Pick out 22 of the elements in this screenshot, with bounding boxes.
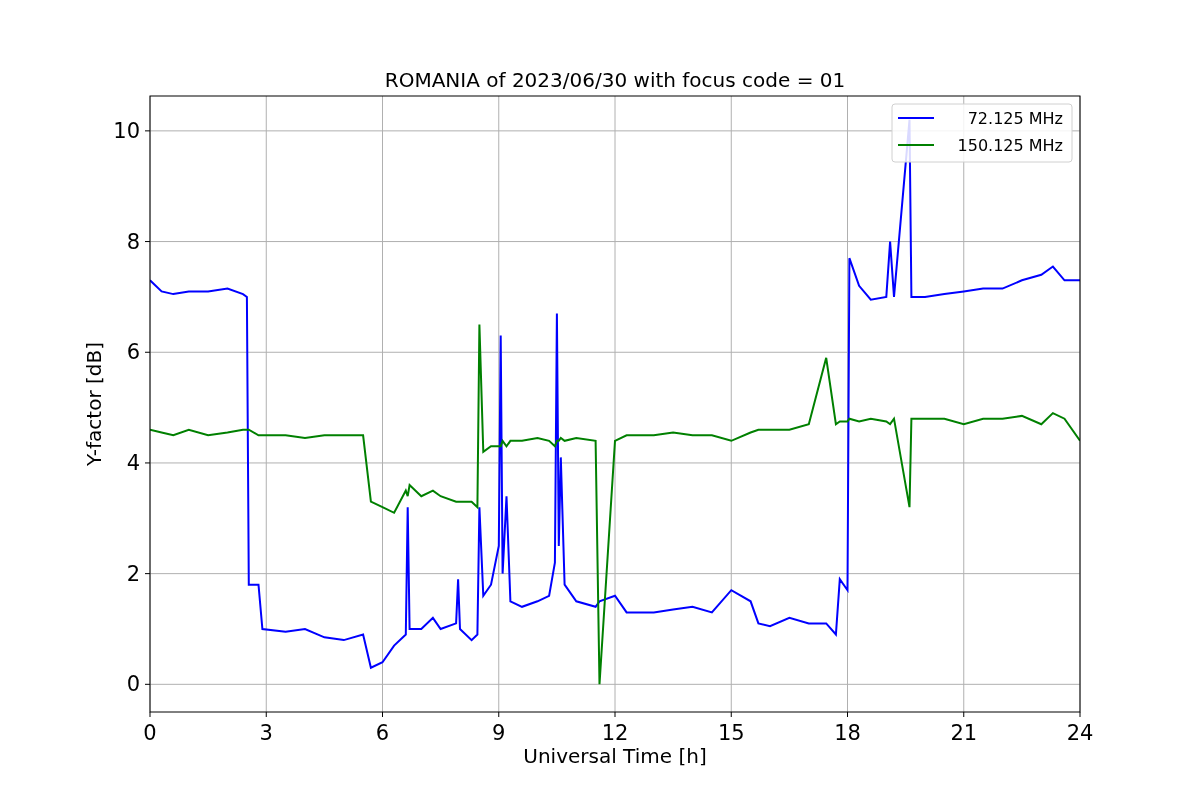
y-tick-label: 2 — [126, 561, 140, 586]
chart-title: ROMANIA of 2023/06/30 with focus code = 01 — [384, 68, 846, 92]
y-tick-label: 8 — [126, 229, 140, 254]
x-tick-label: 24 — [1066, 721, 1094, 745]
legend-line — [897, 144, 935, 146]
y-axis-label: Y-factor [dB] — [82, 342, 106, 466]
y-tick-label: 0 — [126, 672, 140, 697]
y-tick-label: 10 — [113, 118, 140, 143]
y-tick-label: 4 — [126, 450, 140, 475]
x-tick-label: 21 — [950, 721, 978, 745]
y-tick-label: 6 — [126, 340, 140, 365]
x-tick-label: 3 — [259, 721, 273, 745]
legend-label: 150.125 MHz — [957, 136, 1063, 155]
legend-line — [897, 117, 935, 119]
x-tick-label: 0 — [143, 721, 157, 745]
x-tick-label: 9 — [492, 721, 506, 745]
x-tick-label: 12 — [601, 721, 629, 745]
legend-label: 72.125 MHz — [967, 109, 1063, 128]
x-tick-label: 6 — [375, 721, 390, 745]
x-tick-label: 18 — [834, 721, 861, 745]
x-tick-label: 15 — [717, 721, 745, 745]
x-axis-label: Universal Time [h] — [523, 744, 707, 768]
